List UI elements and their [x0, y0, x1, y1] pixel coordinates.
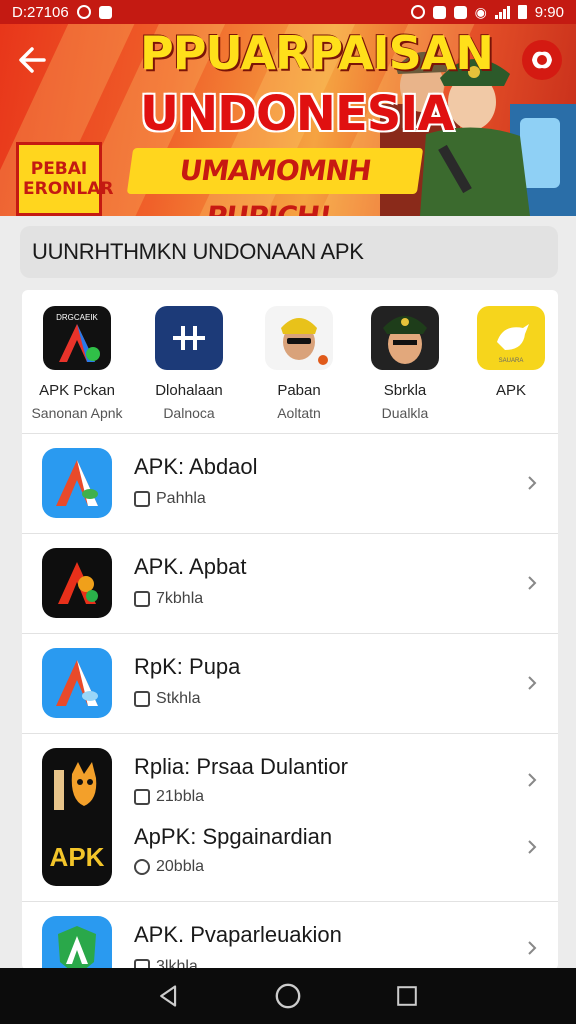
alarm-icon — [410, 5, 425, 19]
list-item-name: APK. Pvaparleuakion — [134, 922, 342, 947]
list-item-sub: Pahhla — [134, 490, 206, 508]
officer-portrait-icon — [371, 306, 439, 370]
notification-icon — [98, 5, 112, 19]
top-app-sub: Sanonan Apnk — [31, 405, 123, 421]
top-app-name: APK Pckan — [39, 382, 115, 399]
status-clock: 9:90 — [534, 3, 564, 21]
top-app-3[interactable]: Paban Aoltatn — [246, 306, 352, 421]
top-app-name: Paban — [277, 382, 321, 399]
home-circle-icon — [275, 983, 301, 1009]
recents-square-icon — [396, 986, 417, 1006]
list-item-name: RpK: Pupa — [134, 654, 241, 679]
signal-icon — [494, 5, 510, 19]
top-app-name: APK — [495, 382, 526, 399]
list-item-sub-secondary: 20bbla — [134, 858, 204, 876]
system-nav-bar — [0, 968, 576, 1024]
top-app-sub: Dualkla — [381, 405, 429, 421]
home-button[interactable] — [273, 981, 303, 1011]
apk-cat-icon: APK — [42, 748, 112, 886]
battery-icon — [517, 5, 527, 19]
top-app-sub: Aoltatn — [277, 405, 321, 421]
clock-icon — [134, 491, 150, 507]
box-icon — [134, 691, 150, 707]
clock-icon — [134, 859, 150, 875]
list-item[interactable]: APK: Abdaol Pahhla — [22, 434, 558, 534]
wifi-icon: ◉ — [474, 3, 487, 20]
promo-banner[interactable]: PPUARPAISAN UNDONESIA UMAMOMNH PUPICH! P… — [0, 24, 576, 216]
list-item-sub: 21bbla — [134, 788, 204, 806]
plus-tile-icon — [155, 306, 223, 370]
back-button[interactable] — [154, 981, 184, 1011]
recents-button[interactable] — [392, 981, 422, 1011]
colorful-a-icon: DRGCAEIK — [43, 306, 111, 370]
chevron-right-icon — [528, 476, 537, 490]
blue-a-icon — [42, 448, 112, 518]
menu-badge-button[interactable] — [520, 38, 564, 82]
chevron-right-icon — [528, 576, 537, 590]
list-item-name-secondary: ApPK: Spgainardian — [134, 824, 333, 849]
list-item-name: Rplia: Prsaa Dulantior — [134, 754, 348, 779]
top-app-name: Sbrkla — [383, 382, 427, 399]
svg-text:SAUARA: SAUARA — [499, 358, 524, 364]
status-time: D:27106 — [12, 3, 69, 21]
top-app-5[interactable]: SAUARA APK — [458, 306, 564, 405]
back-arrow-icon[interactable] — [14, 40, 54, 80]
top-app-1[interactable]: DRGCAEIK APK Pckan Sanonan Apnk — [24, 306, 130, 421]
top-app-2[interactable]: Dlohalaan Dalnoca — [136, 306, 242, 421]
menu-badge-icon — [522, 40, 562, 80]
top-app-sub: Dalnoca — [163, 405, 215, 421]
location-icon — [76, 5, 91, 19]
banner-title-line1: PPUARPAISAN — [140, 26, 494, 80]
nfc-icon — [432, 5, 446, 19]
apps-card: DRGCAEIK APK Pckan Sanonan Apnk Dlohalaa… — [22, 290, 558, 970]
list-item-name: APK. Apbat — [134, 554, 247, 579]
top-app-name: Dlohalaan — [155, 382, 223, 399]
blue-a-icon — [42, 648, 112, 718]
status-bar: D:27106 ◉ 9:90 — [0, 0, 576, 24]
top-apps-row: DRGCAEIK APK Pckan Sanonan Apnk Dlohalaa… — [22, 290, 558, 434]
back-triangle-icon — [160, 985, 177, 1007]
list-item-sub: 7kbhla — [134, 590, 203, 608]
list-item-sub: Stkhla — [134, 690, 200, 708]
list-item[interactable]: RpK: Pupa Stkhla — [22, 634, 558, 734]
list-item[interactable]: APK Rplia: Prsaa Dulantior 21bbla ApPK: … — [22, 734, 558, 902]
list-item-name: APK: Abdaol — [134, 454, 258, 479]
chevron-right-icon — [528, 840, 537, 854]
red-a-icon — [42, 548, 112, 618]
chevron-right-icon — [528, 941, 537, 955]
chevron-right-icon — [528, 773, 537, 787]
list-item[interactable]: APK. Pvaparleuakion 3lkhla — [22, 902, 558, 970]
banner-badge: PEBAI ERONLAR — [16, 142, 113, 216]
search-input[interactable]: UUNRHTHMKN UNDONAAN APK — [20, 226, 558, 278]
banner-title-line2: UNDONESIA — [140, 86, 454, 142]
svg-text:DRGCAEIK: DRGCAEIK — [56, 313, 98, 322]
list-item[interactable]: APK. Apbat 7kbhla — [22, 534, 558, 634]
banner-title-line3: UMAMOMNH PUPICH! — [126, 148, 424, 216]
check-icon — [134, 789, 150, 805]
chevron-right-icon — [528, 676, 537, 690]
green-a-shield-icon — [42, 916, 112, 970]
yellow-bird-icon: SAUARA — [477, 306, 545, 370]
svg-text:APK: APK — [50, 842, 105, 872]
check-icon — [134, 591, 150, 607]
soldier-portrait-icon — [265, 306, 333, 370]
vibrate-icon — [453, 5, 467, 19]
top-app-4[interactable]: Sbrkla Dualkla — [352, 306, 458, 421]
